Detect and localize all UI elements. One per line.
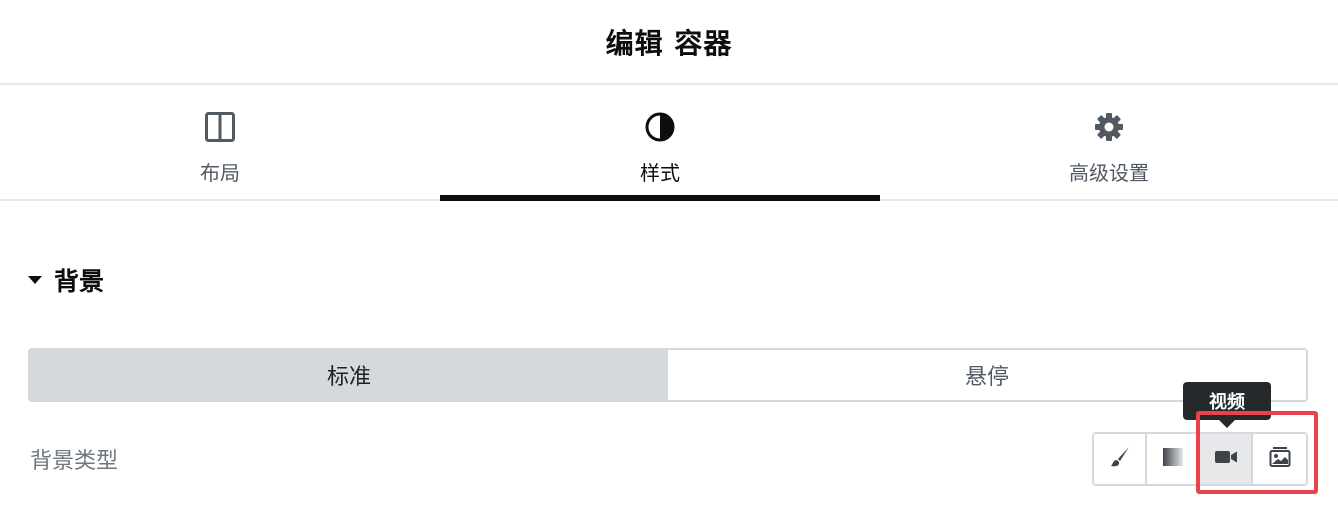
panel-header: 编辑 容器 (0, 0, 1338, 85)
tab-advanced-label: 高级设置 (1069, 161, 1149, 185)
highlight-box (1196, 411, 1318, 494)
tab-layout-label: 布局 (200, 161, 240, 185)
tab-bar: 布局 样式 高级设置 (0, 85, 1338, 201)
tab-style[interactable]: 样式 (440, 85, 880, 201)
background-type-label: 背景类型 (30, 449, 119, 474)
caret-down-icon (28, 276, 42, 284)
section-title: 背景 (54, 267, 105, 296)
brush-icon (1108, 445, 1132, 473)
background-section-toggle[interactable]: 背景 (28, 262, 104, 298)
background-classic-button[interactable] (1094, 434, 1147, 484)
gear-icon (1093, 111, 1125, 143)
tab-advanced[interactable]: 高级设置 (880, 85, 1338, 199)
tab-layout[interactable]: 布局 (0, 85, 440, 199)
state-switcher: 标准 悬停 (28, 348, 1308, 402)
gradient-icon (1161, 445, 1185, 473)
columns-icon (204, 111, 236, 143)
tab-style-label: 样式 (640, 161, 680, 185)
half-circle-icon (644, 111, 676, 143)
state-normal-button[interactable]: 标准 (30, 350, 668, 400)
background-gradient-button[interactable] (1147, 434, 1200, 484)
page-title: 编辑 容器 (605, 26, 733, 60)
